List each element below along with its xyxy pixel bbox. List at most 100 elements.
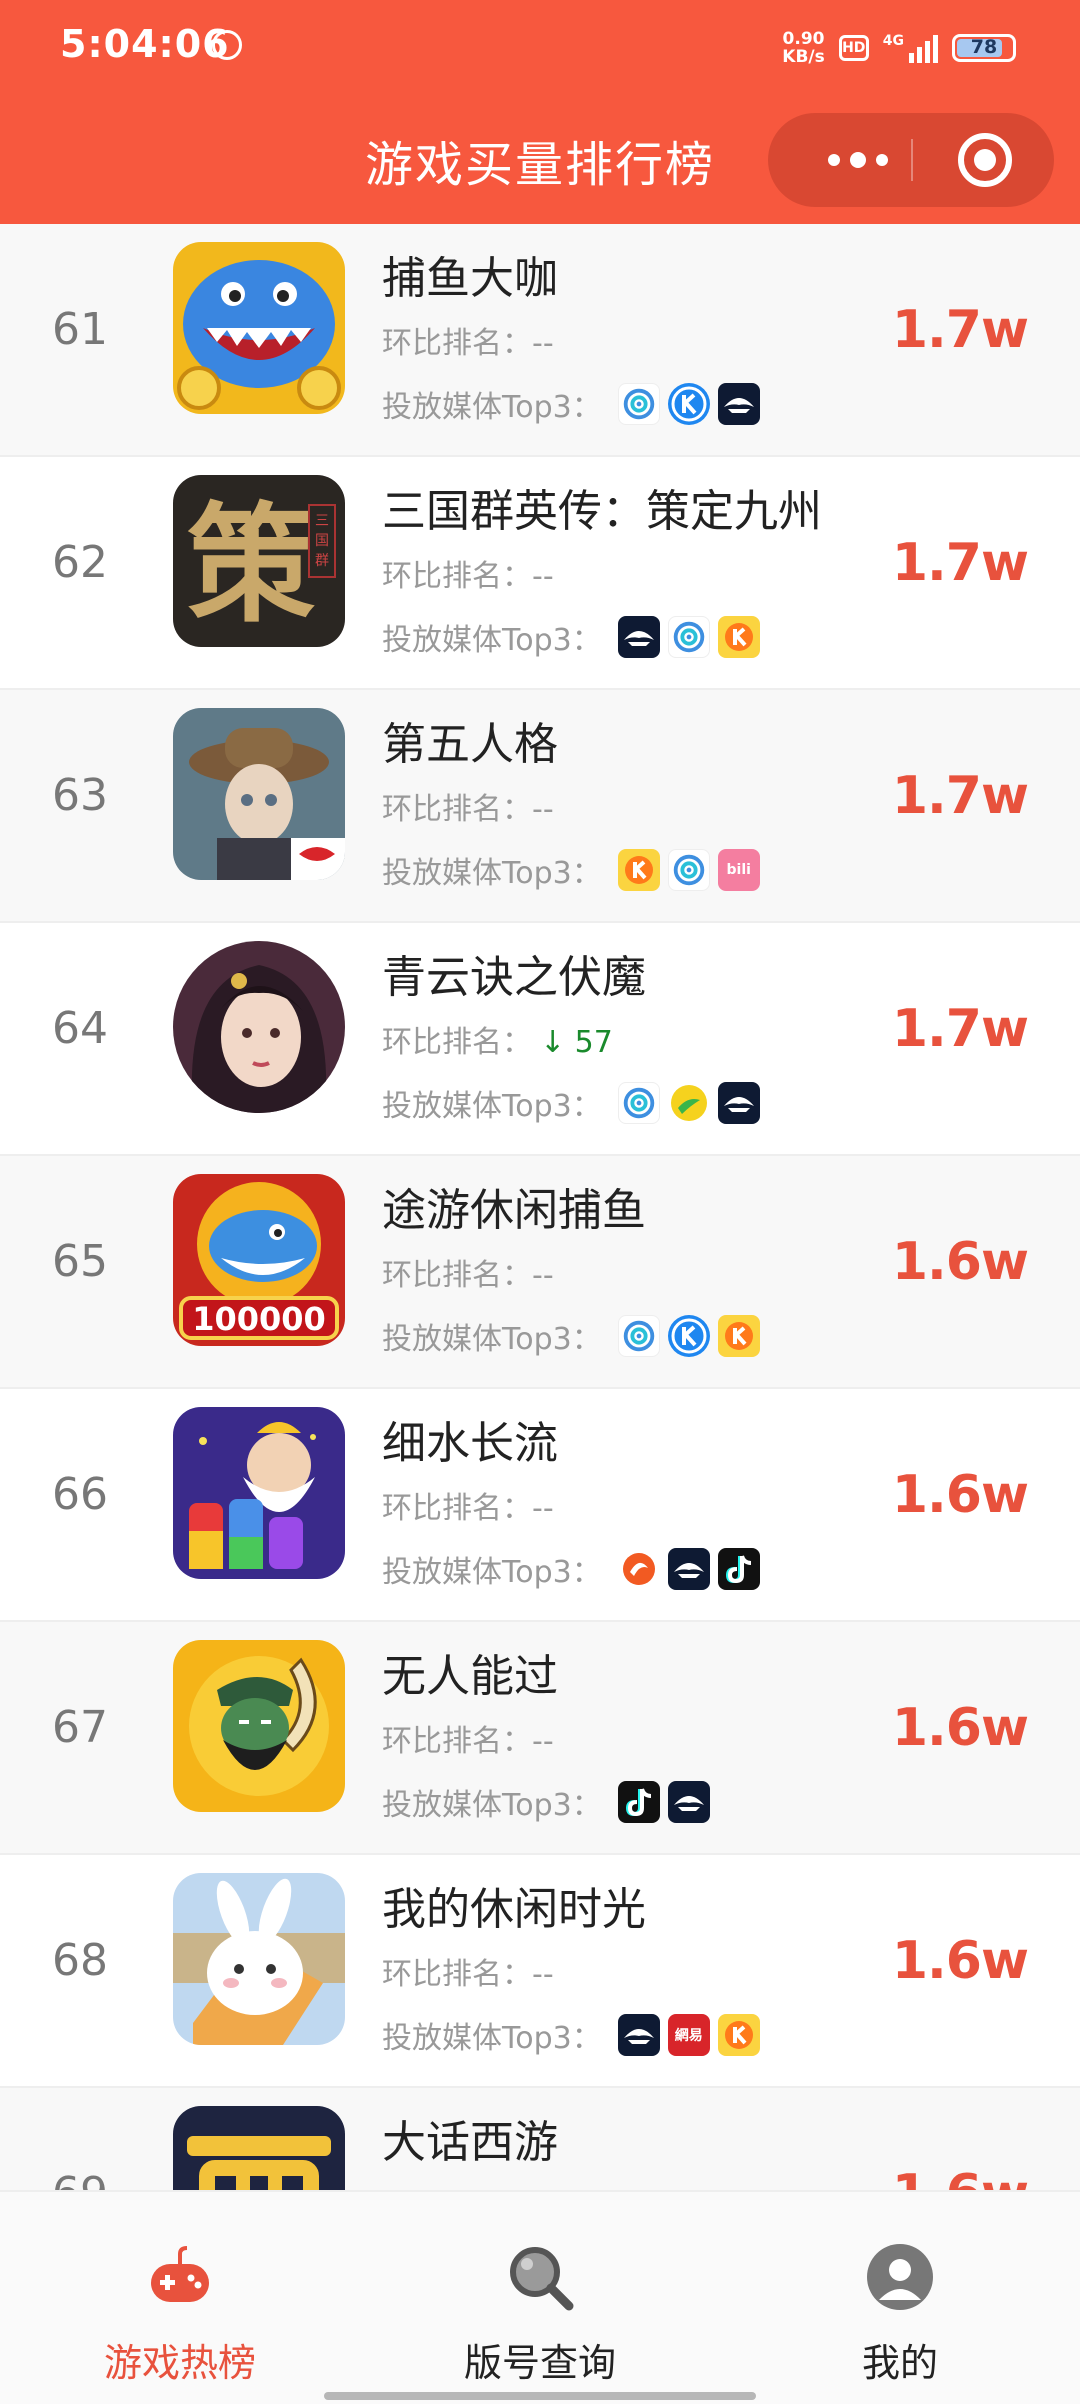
game-name: 大话西游 xyxy=(382,2117,558,2168)
chain-rank: 环比排名：-- xyxy=(382,2182,554,2190)
old-man-bottles-game-icon[interactable] xyxy=(173,1407,345,1579)
game-name: 细水长流 xyxy=(382,1418,558,1469)
game-name: 第五人格 xyxy=(382,719,558,770)
game-name: 青云诀之伏魔 xyxy=(382,952,646,1003)
eagle-logo xyxy=(717,1082,760,1124)
chain-rank: 环比排名：-- xyxy=(382,1491,554,1526)
rank-number: 69 xyxy=(40,2168,120,2190)
magnifier-icon xyxy=(510,2247,574,2311)
k-yellow-logo xyxy=(717,1315,760,1357)
buy-volume-value: 1.6w xyxy=(891,1232,1029,1292)
game-name: 我的休闲时光 xyxy=(382,1884,646,1935)
home-indicator[interactable] xyxy=(324,2392,756,2400)
svg-text:100000: 100000 xyxy=(192,1300,326,1338)
nav-item-game-hotlist[interactable]: 游戏热榜 xyxy=(0,2192,360,2404)
chain-rank-value: -- xyxy=(532,792,554,827)
nav-item-mine[interactable]: 我的 xyxy=(720,2192,1080,2404)
eagle-logo xyxy=(617,2014,660,2056)
shark-fishing-game-icon[interactable] xyxy=(173,242,345,414)
media-top3: 投放媒体Top3： xyxy=(382,1081,760,1125)
list-item[interactable]: 67 无人能过 环比排名：-- 投放媒体Top3： 1.6w xyxy=(0,1622,1080,1855)
gamepad-icon xyxy=(151,2246,209,2302)
list-item[interactable]: 61 捕鱼大咖 环比排名：-- 投放媒体Top3： 1.7w xyxy=(0,224,1080,457)
ce-calligraphy-game-icon[interactable]: 策三国群 xyxy=(173,475,345,647)
chain-rank-value: -- xyxy=(532,1957,554,1992)
svg-text:群: 群 xyxy=(315,553,329,569)
chain-rank-value: -- xyxy=(532,1258,554,1293)
rank-number: 64 xyxy=(52,1003,108,1054)
list-item[interactable]: 65 100000 途游休闲捕鱼环比排名：-- 投放媒体Top3： 1.6w xyxy=(0,1156,1080,1389)
buy-volume-value: 1.6w xyxy=(891,1698,1029,1758)
wheel-logo xyxy=(667,616,710,658)
media-top3: 投放媒体Top3： bili xyxy=(382,848,760,892)
buy-volume-value: 1.7w xyxy=(891,300,1029,360)
media-top3: 投放媒体Top3： xyxy=(382,382,760,426)
buy-volume-value: 1.7w xyxy=(891,766,1029,826)
orange-swirl-logo xyxy=(617,1548,660,1590)
rank-number: 63 xyxy=(52,770,108,821)
tiktok-logo xyxy=(617,1781,660,1823)
rank-number: 65 xyxy=(52,1236,108,1287)
list-item[interactable]: 63 第五人格环比排名：-- 投放媒体Top3： bili 1.7w xyxy=(0,690,1080,923)
media-top3: 投放媒体Top3： 網易 xyxy=(382,2013,760,2057)
buy-volume-value: 1.6w xyxy=(891,1931,1029,1991)
eagle-logo xyxy=(717,383,760,425)
xi-golden-game-icon[interactable] xyxy=(173,2106,345,2190)
game-name: 三国群英传：策定九州 xyxy=(382,486,822,537)
close-target-icon[interactable] xyxy=(958,133,1012,187)
status-time: 5:04:06 xyxy=(60,22,230,66)
k-yellow-logo xyxy=(717,2014,760,2056)
chain-rank: 环比排名：-- xyxy=(382,1258,554,1293)
rank-number: 68 xyxy=(52,1935,108,1986)
buy-volume-value: 1.6w xyxy=(892,2164,1029,2190)
fish-100000-game-icon[interactable]: 100000 xyxy=(173,1174,345,1346)
svg-text:国: 国 xyxy=(315,533,329,549)
status-indicators: 0.90 KB/s HD 4G 78 xyxy=(782,26,1016,70)
bunny-game-icon[interactable] xyxy=(173,1873,345,2045)
game-name: 途游休闲捕鱼 xyxy=(382,1185,646,1236)
game-name: 捕鱼大咖 xyxy=(382,253,558,304)
list-item[interactable]: 62 策三国群三国群英传：策定九州环比排名：-- 投放媒体Top3： 1.7w xyxy=(0,457,1080,690)
k-yellow-logo xyxy=(617,849,660,891)
chain-rank: 环比排名：-- xyxy=(382,792,554,827)
miniprogram-capsule xyxy=(768,113,1054,207)
heroine-portrait-game-icon[interactable] xyxy=(173,941,345,1113)
list-item[interactable]: 68 我的休闲时光 环比排名：-- 投放媒体Top3： 網易 1.6w xyxy=(0,1855,1080,2088)
media-top3: 投放媒体Top3： xyxy=(382,1780,710,1824)
tiktok-logo xyxy=(717,1548,760,1590)
rank-number: 67 xyxy=(52,1702,108,1753)
rank-number: 62 xyxy=(52,537,108,588)
net-speed: 0.90 KB/s xyxy=(782,29,825,67)
ranking-list[interactable]: 61 捕鱼大咖 环比排名：-- 投放媒体Top3： 1.7w 62 策三国群三国群英传：策定… xyxy=(0,224,1080,2190)
girl-hat-game-icon[interactable] xyxy=(173,708,345,880)
list-item[interactable]: 69大话西游环比排名：--投放媒体Top3：1.6w xyxy=(0,2088,1080,2190)
svg-text:策: 策 xyxy=(187,490,315,640)
nav-item-license-query[interactable]: 版号查询 xyxy=(360,2192,720,2404)
buy-volume-value: 1.7w xyxy=(891,533,1029,593)
notification-circle-icon xyxy=(212,30,242,60)
chain-rank-value: ↓ 57 xyxy=(540,1025,613,1060)
eagle-logo xyxy=(617,616,660,658)
k-blue-logo xyxy=(667,1315,710,1357)
media-top3: 投放媒体Top3： xyxy=(382,1314,760,1358)
hd-icon: HD xyxy=(838,35,869,61)
bilibili-logo: bili xyxy=(717,849,760,891)
bottom-nav: 游戏热榜 版号查询 我的 xyxy=(0,2190,1080,2404)
user-avatar-icon xyxy=(867,2244,933,2310)
eagle-logo xyxy=(667,1548,710,1590)
chain-rank-value: -- xyxy=(532,1491,554,1526)
wheel-logo xyxy=(617,383,660,425)
media-top3: 投放媒体Top3： xyxy=(382,615,760,659)
eagle-logo xyxy=(667,1781,710,1823)
list-item[interactable]: 64 青云诀之伏魔环比排名： ↓ 57 投放媒体Top3： 1.7w xyxy=(0,923,1080,1156)
warrior-sword-game-icon[interactable] xyxy=(173,1640,345,1812)
list-item[interactable]: 66 细水长流 环比排名：-- 投放媒体Top3： 1.6w xyxy=(0,1389,1080,1622)
signal-icon: 4G xyxy=(883,33,938,63)
buy-volume-value: 1.7w xyxy=(891,999,1029,1059)
chain-rank: 环比排名： ↓ 57 xyxy=(382,1025,613,1060)
chain-rank-value: -- xyxy=(532,326,554,361)
yellow-green-logo xyxy=(667,1082,710,1124)
more-dots-icon[interactable] xyxy=(808,113,908,207)
status-bar: 5:04:06 0.90 KB/s HD 4G 78 xyxy=(0,0,1080,92)
chain-rank: 环比排名：-- xyxy=(382,559,554,594)
